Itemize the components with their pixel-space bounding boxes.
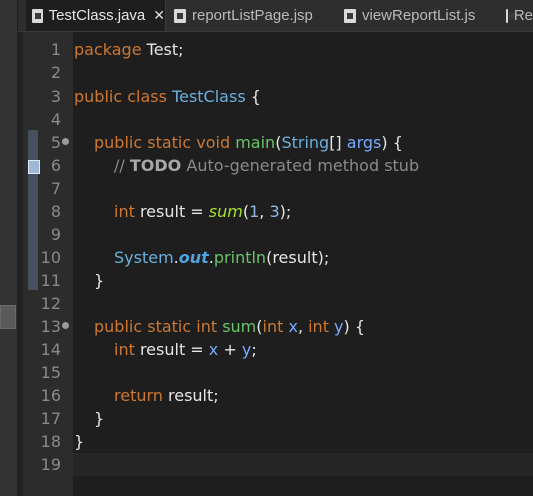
code-line: 14 int result = x + y; (0, 338, 533, 361)
line-number: 13 (40, 317, 61, 336)
line-number: 10 (40, 248, 61, 267)
line-number: 18 (40, 432, 61, 451)
code-text: int result = x + y; (114, 340, 257, 359)
editor-tab-bar: TestClass.java ✕ reportListPage.jsp view… (18, 0, 533, 32)
line-number: 3 (50, 87, 61, 106)
code-text: int result = sum(1, 3); (114, 202, 292, 221)
code-line: 1 package Test; (0, 38, 533, 61)
tab-reportlistpage-jsp[interactable]: reportListPage.jsp (168, 0, 336, 31)
code-text: return result; (114, 386, 219, 405)
tab-label: Re (513, 7, 533, 24)
code-text: public static void main(String[] args) { (94, 133, 403, 152)
line-number: 1 (50, 40, 61, 59)
code-line: 18 } (0, 430, 533, 453)
line-number: 16 (40, 386, 61, 405)
tab-label: viewReportList.js (362, 7, 476, 24)
code-text: System.out.println(result); (114, 248, 330, 267)
line-number: 12 (40, 294, 61, 313)
code-line: 11 } (0, 269, 533, 292)
code-text: } (94, 271, 105, 290)
code-line: 15 (0, 361, 533, 384)
code-comment: // TODO Auto-generated method stub (114, 156, 420, 175)
code-line: 16 return result; (0, 384, 533, 407)
line-number: 9 (50, 225, 61, 244)
tab-label: reportListPage.jsp (192, 7, 313, 24)
line-number: 19 (40, 455, 61, 474)
code-line: 2 (0, 61, 533, 84)
code-text: } (94, 409, 105, 428)
code-text: public class TestClass { (74, 87, 261, 106)
code-line: 9 (0, 223, 533, 246)
code-text: } (74, 432, 85, 451)
close-tab-icon[interactable]: ✕ (153, 7, 165, 24)
code-line: 5 public static void main(String[] args)… (0, 131, 533, 154)
tab-overflow[interactable]: Re (500, 0, 533, 31)
code-line: 8 int result = sum(1, 3); (0, 200, 533, 223)
code-line: 13 public static int sum(int x, int y) { (0, 315, 533, 338)
code-text: package Test; (74, 40, 184, 59)
jsp-file-icon (174, 8, 186, 23)
js-file-icon (344, 8, 356, 23)
tab-viewreportlist-js[interactable]: viewReportList.js (338, 0, 498, 31)
line-number: 7 (50, 179, 61, 198)
code-line: 17 } (0, 407, 533, 430)
tab-testclass-java[interactable]: TestClass.java ✕ (26, 0, 166, 31)
code-line: 3 public class TestClass { (0, 85, 533, 108)
code-line: 12 (0, 292, 533, 315)
line-number: 8 (50, 202, 61, 221)
fold-toggle-icon[interactable] (62, 322, 69, 329)
code-line: 4 (0, 108, 533, 131)
file-icon (506, 8, 515, 23)
line-number: 17 (40, 409, 61, 428)
line-number: 14 (40, 340, 61, 359)
line-number: 5 (50, 133, 61, 152)
code-line: 10 System.out.println(result); (0, 246, 533, 269)
code-line: 6 // TODO Auto-generated method stub (0, 154, 533, 177)
line-number: 4 (50, 110, 61, 129)
code-text: public static int sum(int x, int y) { (94, 317, 366, 336)
line-number: 6 (50, 156, 61, 175)
code-line: 7 (0, 177, 533, 200)
line-number: 11 (40, 271, 61, 290)
tab-label: TestClass.java (48, 7, 146, 24)
code-line: 19 (0, 453, 533, 476)
java-file-icon (32, 8, 43, 23)
line-number: 2 (50, 63, 61, 82)
fold-toggle-icon[interactable] (62, 138, 69, 145)
line-number: 15 (40, 363, 61, 382)
